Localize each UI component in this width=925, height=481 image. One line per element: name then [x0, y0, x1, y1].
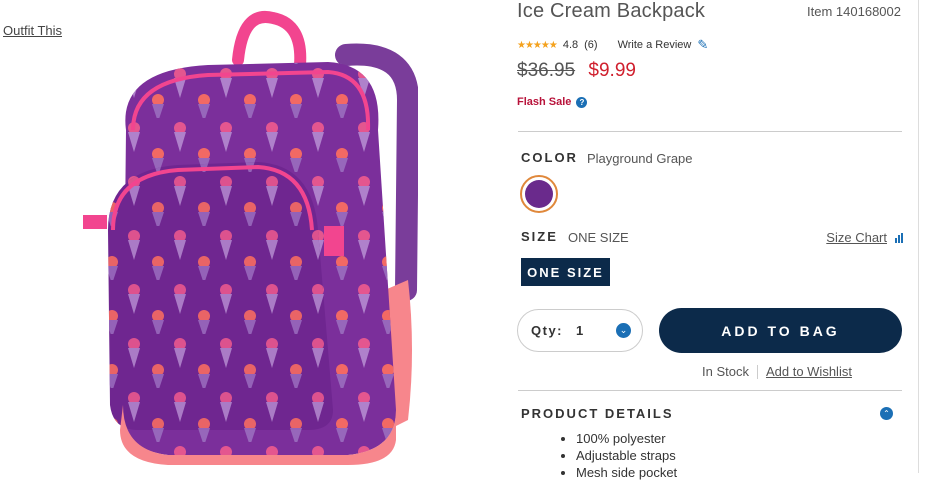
write-review-link[interactable]: Write a Review — [618, 39, 692, 51]
stock-status: In Stock — [702, 364, 749, 379]
section-divider — [518, 390, 902, 391]
rating-value: 4.8 — [562, 39, 579, 51]
stock-separator — [756, 364, 758, 379]
size-chart-link[interactable]: Size Chart — [826, 230, 903, 245]
swatch-fill — [525, 180, 553, 208]
product-details-list: 100% polyester Adjustable straps Mesh si… — [560, 430, 677, 481]
rating-count[interactable]: (6) — [584, 39, 597, 51]
item-number: Item 140168002 — [807, 4, 901, 19]
price-block: $36.95 $9.99 — [517, 60, 636, 82]
stock-row: In Stock Add to Wishlist — [702, 364, 852, 379]
color-selected-name: Playground Grape — [587, 151, 693, 166]
help-icon[interactable]: ? — [576, 96, 588, 108]
chevron-up-icon[interactable]: ⌃ — [880, 407, 893, 420]
rating-stars: ★★★★★ — [517, 39, 558, 51]
section-divider — [518, 131, 902, 132]
right-divider — [918, 0, 919, 473]
size-button-one-size[interactable]: ONE SIZE — [521, 258, 610, 286]
add-to-bag-button[interactable]: ADD TO BAG — [659, 308, 902, 353]
chevron-down-icon: ⌄ — [616, 323, 631, 338]
list-item: Adjustable straps — [576, 447, 677, 464]
original-price: $36.95 — [517, 60, 576, 81]
color-label: COLOR — [521, 150, 578, 165]
pencil-icon[interactable]: ✎ — [697, 37, 708, 53]
rating-row: ★★★★★ 4.8 (6) Write a Review ✎ — [517, 37, 708, 53]
sale-price: $9.99 — [588, 60, 636, 81]
bar-chart-icon — [895, 232, 903, 243]
qty-label: Qty: — [531, 323, 563, 338]
flash-sale-label: Flash Sale — [517, 96, 572, 108]
flash-sale-badge: Flash Sale ? — [517, 96, 588, 108]
outfit-this-link[interactable]: Outfit This — [3, 23, 62, 38]
list-item: 100% polyester — [576, 430, 677, 447]
color-swatch-playground-grape[interactable] — [520, 175, 558, 213]
qty-value: 1 — [576, 323, 584, 338]
size-selected-name: ONE SIZE — [568, 230, 629, 245]
product-details-header[interactable]: PRODUCT DETAILS — [521, 406, 674, 421]
product-title: Ice Cream Backpack — [517, 0, 706, 22]
size-label: SIZE — [521, 229, 558, 244]
product-image — [78, 10, 420, 470]
quantity-select[interactable]: Qty: 1 ⌄ — [517, 309, 643, 352]
size-chart-label: Size Chart — [826, 230, 887, 245]
add-to-wishlist-link[interactable]: Add to Wishlist — [766, 364, 852, 379]
